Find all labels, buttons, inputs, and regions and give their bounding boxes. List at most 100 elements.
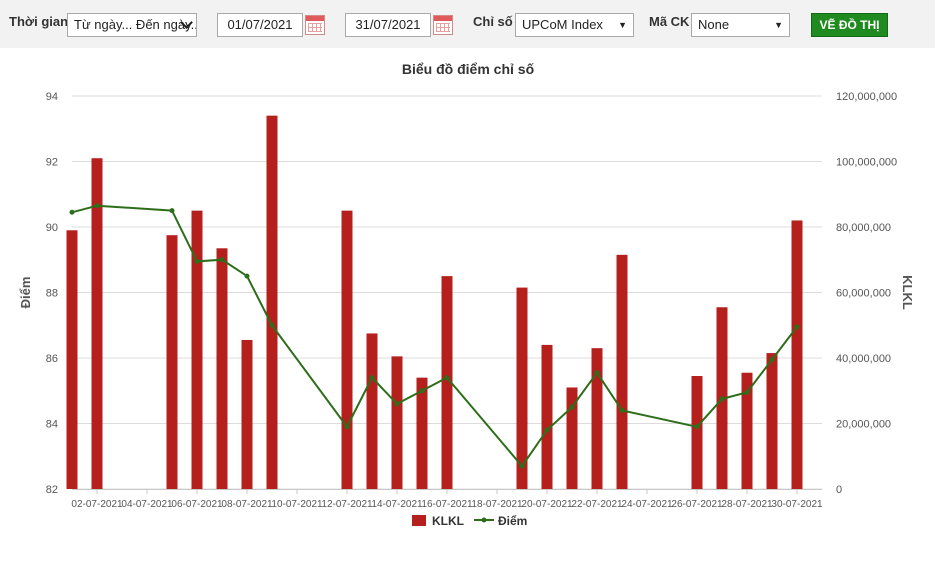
- index-point: [769, 357, 775, 363]
- volume-bar: [766, 353, 778, 489]
- right-tick-label: 40,000,000: [836, 353, 891, 365]
- x-tick-label: 22-07-2021: [571, 499, 623, 510]
- volume-bar: [341, 210, 353, 489]
- index-point: [569, 404, 575, 410]
- index-chart: Biểu đồ điểm chỉ số 82 84 86 88 90 92 94 0 20,0…: [18, 61, 915, 528]
- to-date-input[interactable]: 31/07/2021: [345, 13, 431, 37]
- calendar-icon[interactable]: [305, 15, 325, 35]
- right-tick-label: 20,000,000: [836, 419, 891, 431]
- volume-bar: [541, 344, 553, 489]
- index-point: [419, 388, 425, 394]
- legend-line-marker: [481, 517, 487, 523]
- index-point: [219, 257, 225, 263]
- left-axis-title: Điểm: [18, 277, 33, 309]
- index-point: [394, 401, 400, 407]
- volume-bar: [691, 376, 703, 489]
- legend-label: Điểm: [498, 514, 527, 528]
- index-point: [544, 427, 550, 433]
- left-tick-label: 94: [46, 91, 58, 103]
- right-axis-title: KLKL: [900, 275, 915, 310]
- x-tick-label: 16-07-2021: [421, 499, 473, 510]
- stock-value: None: [698, 17, 730, 32]
- left-axis-ticks: 82 84 86 88 90 92 94: [46, 91, 58, 496]
- index-point: [744, 389, 750, 395]
- x-tick-label: 08-07-2021: [221, 499, 273, 510]
- left-tick-label: 92: [46, 157, 58, 169]
- right-axis-ticks: 0 20,000,000 40,000,000 60,000,000 80,000,00…: [836, 91, 897, 496]
- left-tick-label: 84: [46, 419, 58, 431]
- index-line-path: [71, 204, 798, 468]
- volume-bar: [516, 287, 528, 489]
- index-point: [194, 258, 200, 264]
- filter-toolbar: Thời gian Từ ngày... Đến ngày... 01/07/2…: [0, 0, 935, 48]
- right-tick-label: 80,000,000: [836, 222, 891, 234]
- volume-bar: [266, 115, 278, 490]
- left-tick-label: 90: [46, 222, 58, 234]
- volume-bar: [616, 254, 628, 489]
- draw-chart-button[interactable]: VẼ ĐỒ THỊ: [811, 13, 888, 37]
- index-point: [694, 424, 700, 430]
- from-date-value: 01/07/2021: [227, 17, 293, 32]
- volume-bar: [391, 356, 403, 489]
- left-tick-label: 88: [46, 288, 58, 300]
- chart-title: Biểu đồ điểm chỉ số: [402, 61, 535, 77]
- index-point: [444, 375, 450, 381]
- index-line: [69, 203, 800, 469]
- volume-bar: [366, 333, 378, 489]
- stock-label: Mã CK: [649, 14, 690, 29]
- caret-down-icon: ▼: [774, 20, 783, 30]
- right-tick-label: 60,000,000: [836, 288, 891, 300]
- volume-bar: [591, 348, 603, 489]
- calendar-icon[interactable]: [433, 15, 453, 35]
- x-tick-label: 30-07-2021: [771, 499, 823, 510]
- volume-bar: [216, 248, 228, 489]
- index-select[interactable]: UPCoM Index ▼: [515, 13, 634, 37]
- from-date-input[interactable]: 01/07/2021: [217, 13, 303, 37]
- x-tick-label: 02-07-2021: [71, 499, 123, 510]
- x-tick-label: 14-07-2021: [371, 499, 423, 510]
- index-point: [69, 209, 75, 215]
- volume-bar: [791, 220, 803, 489]
- index-point: [519, 463, 525, 469]
- stock-select[interactable]: None ▼: [691, 13, 790, 37]
- volume-bars: [66, 115, 803, 490]
- x-tick-label: 10-07-2021: [271, 499, 323, 510]
- x-axis: 02-07-202104-07-202106-07-202108-07-2021…: [71, 489, 823, 510]
- volume-bar: [166, 235, 178, 489]
- index-label: Chỉ số: [473, 14, 513, 29]
- right-tick-label: 0: [836, 484, 842, 496]
- index-point: [594, 370, 600, 376]
- index-point: [169, 208, 175, 214]
- caret-down-icon: ▼: [618, 20, 627, 30]
- right-tick-label: 100,000,000: [836, 157, 897, 169]
- x-tick-label: 28-07-2021: [721, 499, 773, 510]
- index-point: [794, 324, 800, 330]
- x-tick-label: 26-07-2021: [671, 499, 723, 510]
- index-point: [269, 322, 275, 328]
- chart-legend: KLKL Điểm: [412, 514, 527, 528]
- volume-bar: [66, 230, 78, 489]
- x-tick-label: 18-07-2021: [471, 499, 523, 510]
- index-point: [94, 203, 100, 209]
- x-tick-label: 24-07-2021: [621, 499, 673, 510]
- index-point: [369, 375, 375, 381]
- index-point: [719, 396, 725, 402]
- x-tick-label: 04-07-2021: [121, 499, 173, 510]
- legend-label: KLKL: [432, 514, 464, 528]
- x-tick-label: 12-07-2021: [321, 499, 373, 510]
- volume-bar: [416, 377, 428, 489]
- index-point: [619, 407, 625, 413]
- time-range-value: Từ ngày... Đến ngày...: [74, 17, 197, 32]
- x-tick-label: 20-07-2021: [521, 499, 573, 510]
- left-tick-label: 82: [46, 484, 58, 496]
- volume-bar: [241, 339, 253, 489]
- to-date-value: 31/07/2021: [355, 17, 421, 32]
- index-point: [244, 273, 250, 279]
- time-label: Thời gian: [9, 14, 69, 29]
- legend-bar-swatch: [412, 515, 426, 526]
- index-point: [344, 424, 350, 430]
- x-tick-label: 06-07-2021: [171, 499, 223, 510]
- time-range-select[interactable]: Từ ngày... Đến ngày...: [67, 13, 197, 37]
- left-tick-label: 86: [46, 353, 58, 365]
- right-tick-label: 120,000,000: [836, 91, 897, 103]
